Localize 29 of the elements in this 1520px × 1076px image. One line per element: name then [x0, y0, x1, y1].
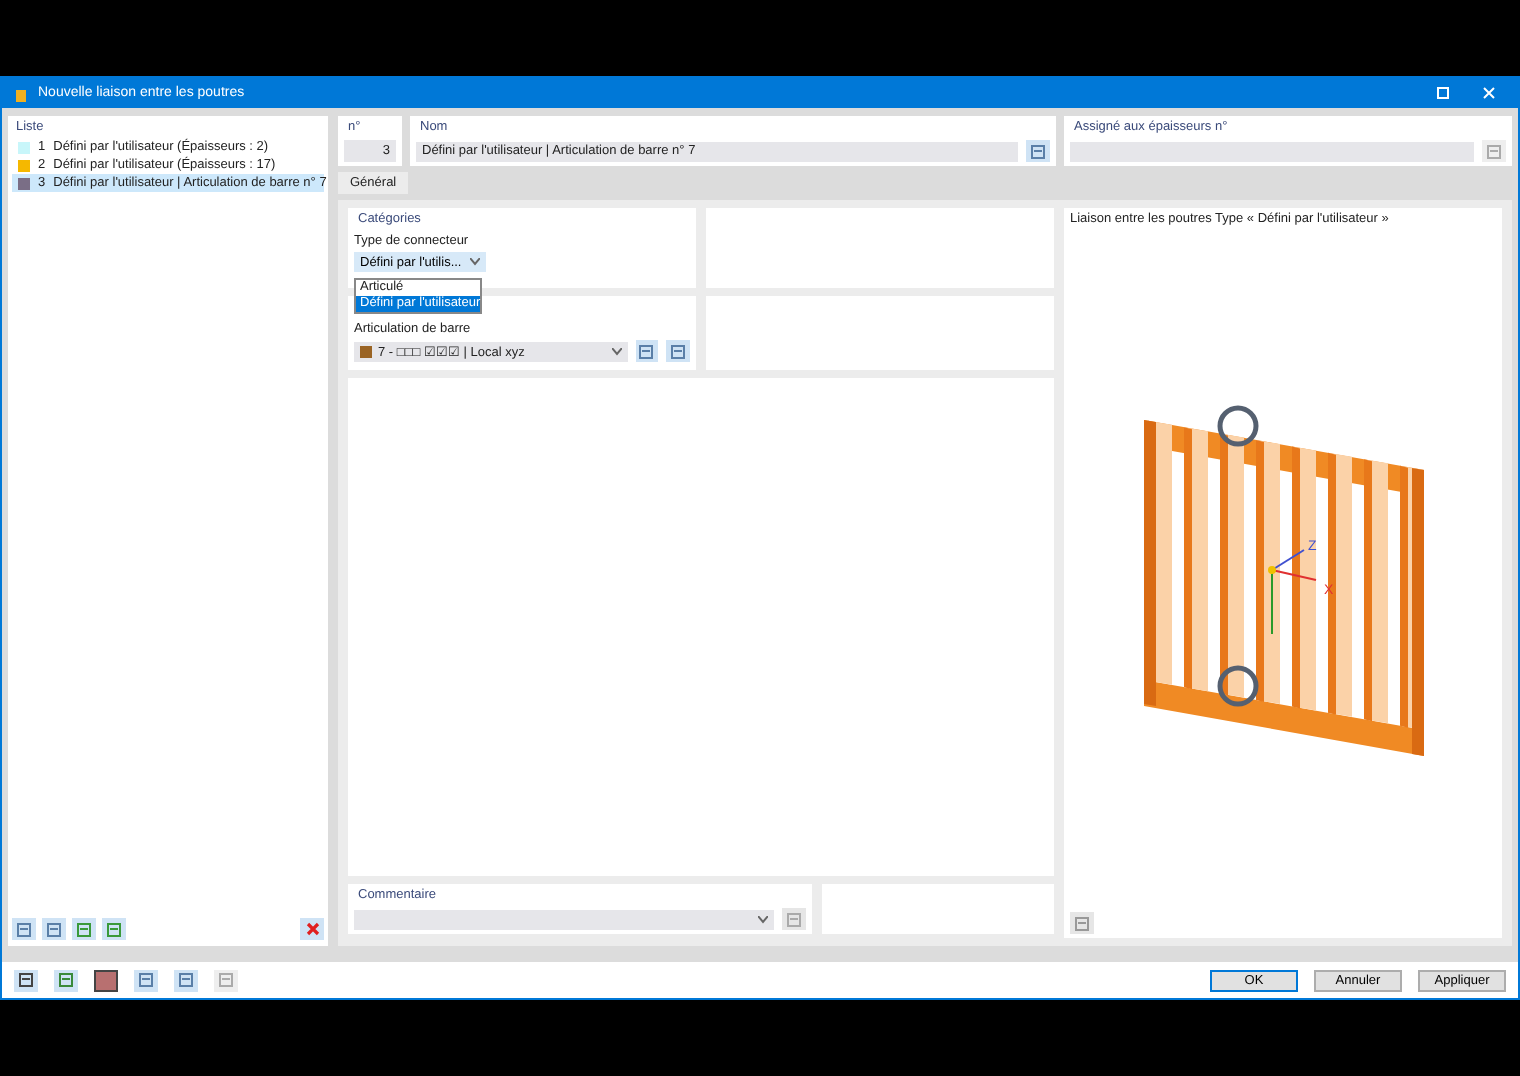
new-hinge-button[interactable]: [635, 340, 659, 362]
comment-button[interactable]: [782, 908, 806, 930]
app-icon: [14, 85, 28, 101]
close-icon[interactable]: [1481, 86, 1495, 100]
renumber-button[interactable]: [102, 918, 126, 940]
chevron-icon: [758, 915, 768, 923]
function-button[interactable]: [214, 969, 238, 991]
comment-field[interactable]: [354, 909, 774, 929]
copy-button[interactable]: [42, 918, 66, 940]
filter-button[interactable]: [174, 969, 198, 991]
maximize-icon[interactable]: [1435, 86, 1449, 100]
highlight-circle: [1216, 404, 1258, 446]
display-button[interactable]: [134, 969, 158, 991]
new-item-button[interactable]: [12, 918, 36, 940]
units-button[interactable]: [54, 969, 78, 991]
check-button[interactable]: [72, 918, 96, 940]
chevron-icon: [611, 347, 622, 355]
chevron-icon: [470, 258, 480, 266]
delete-button[interactable]: [300, 918, 324, 940]
search-button[interactable]: [14, 969, 38, 991]
color-button[interactable]: [94, 969, 118, 991]
assigned-field[interactable]: [1070, 141, 1474, 161]
delete-icon: [305, 922, 319, 936]
axis-icon: [1267, 548, 1316, 634]
view-button[interactable]: [1070, 912, 1094, 934]
highlight-circle: [1216, 664, 1258, 706]
edit-hinge-button[interactable]: [666, 340, 691, 362]
edit-button[interactable]: [1026, 140, 1050, 162]
pick-button[interactable]: [1482, 140, 1506, 162]
